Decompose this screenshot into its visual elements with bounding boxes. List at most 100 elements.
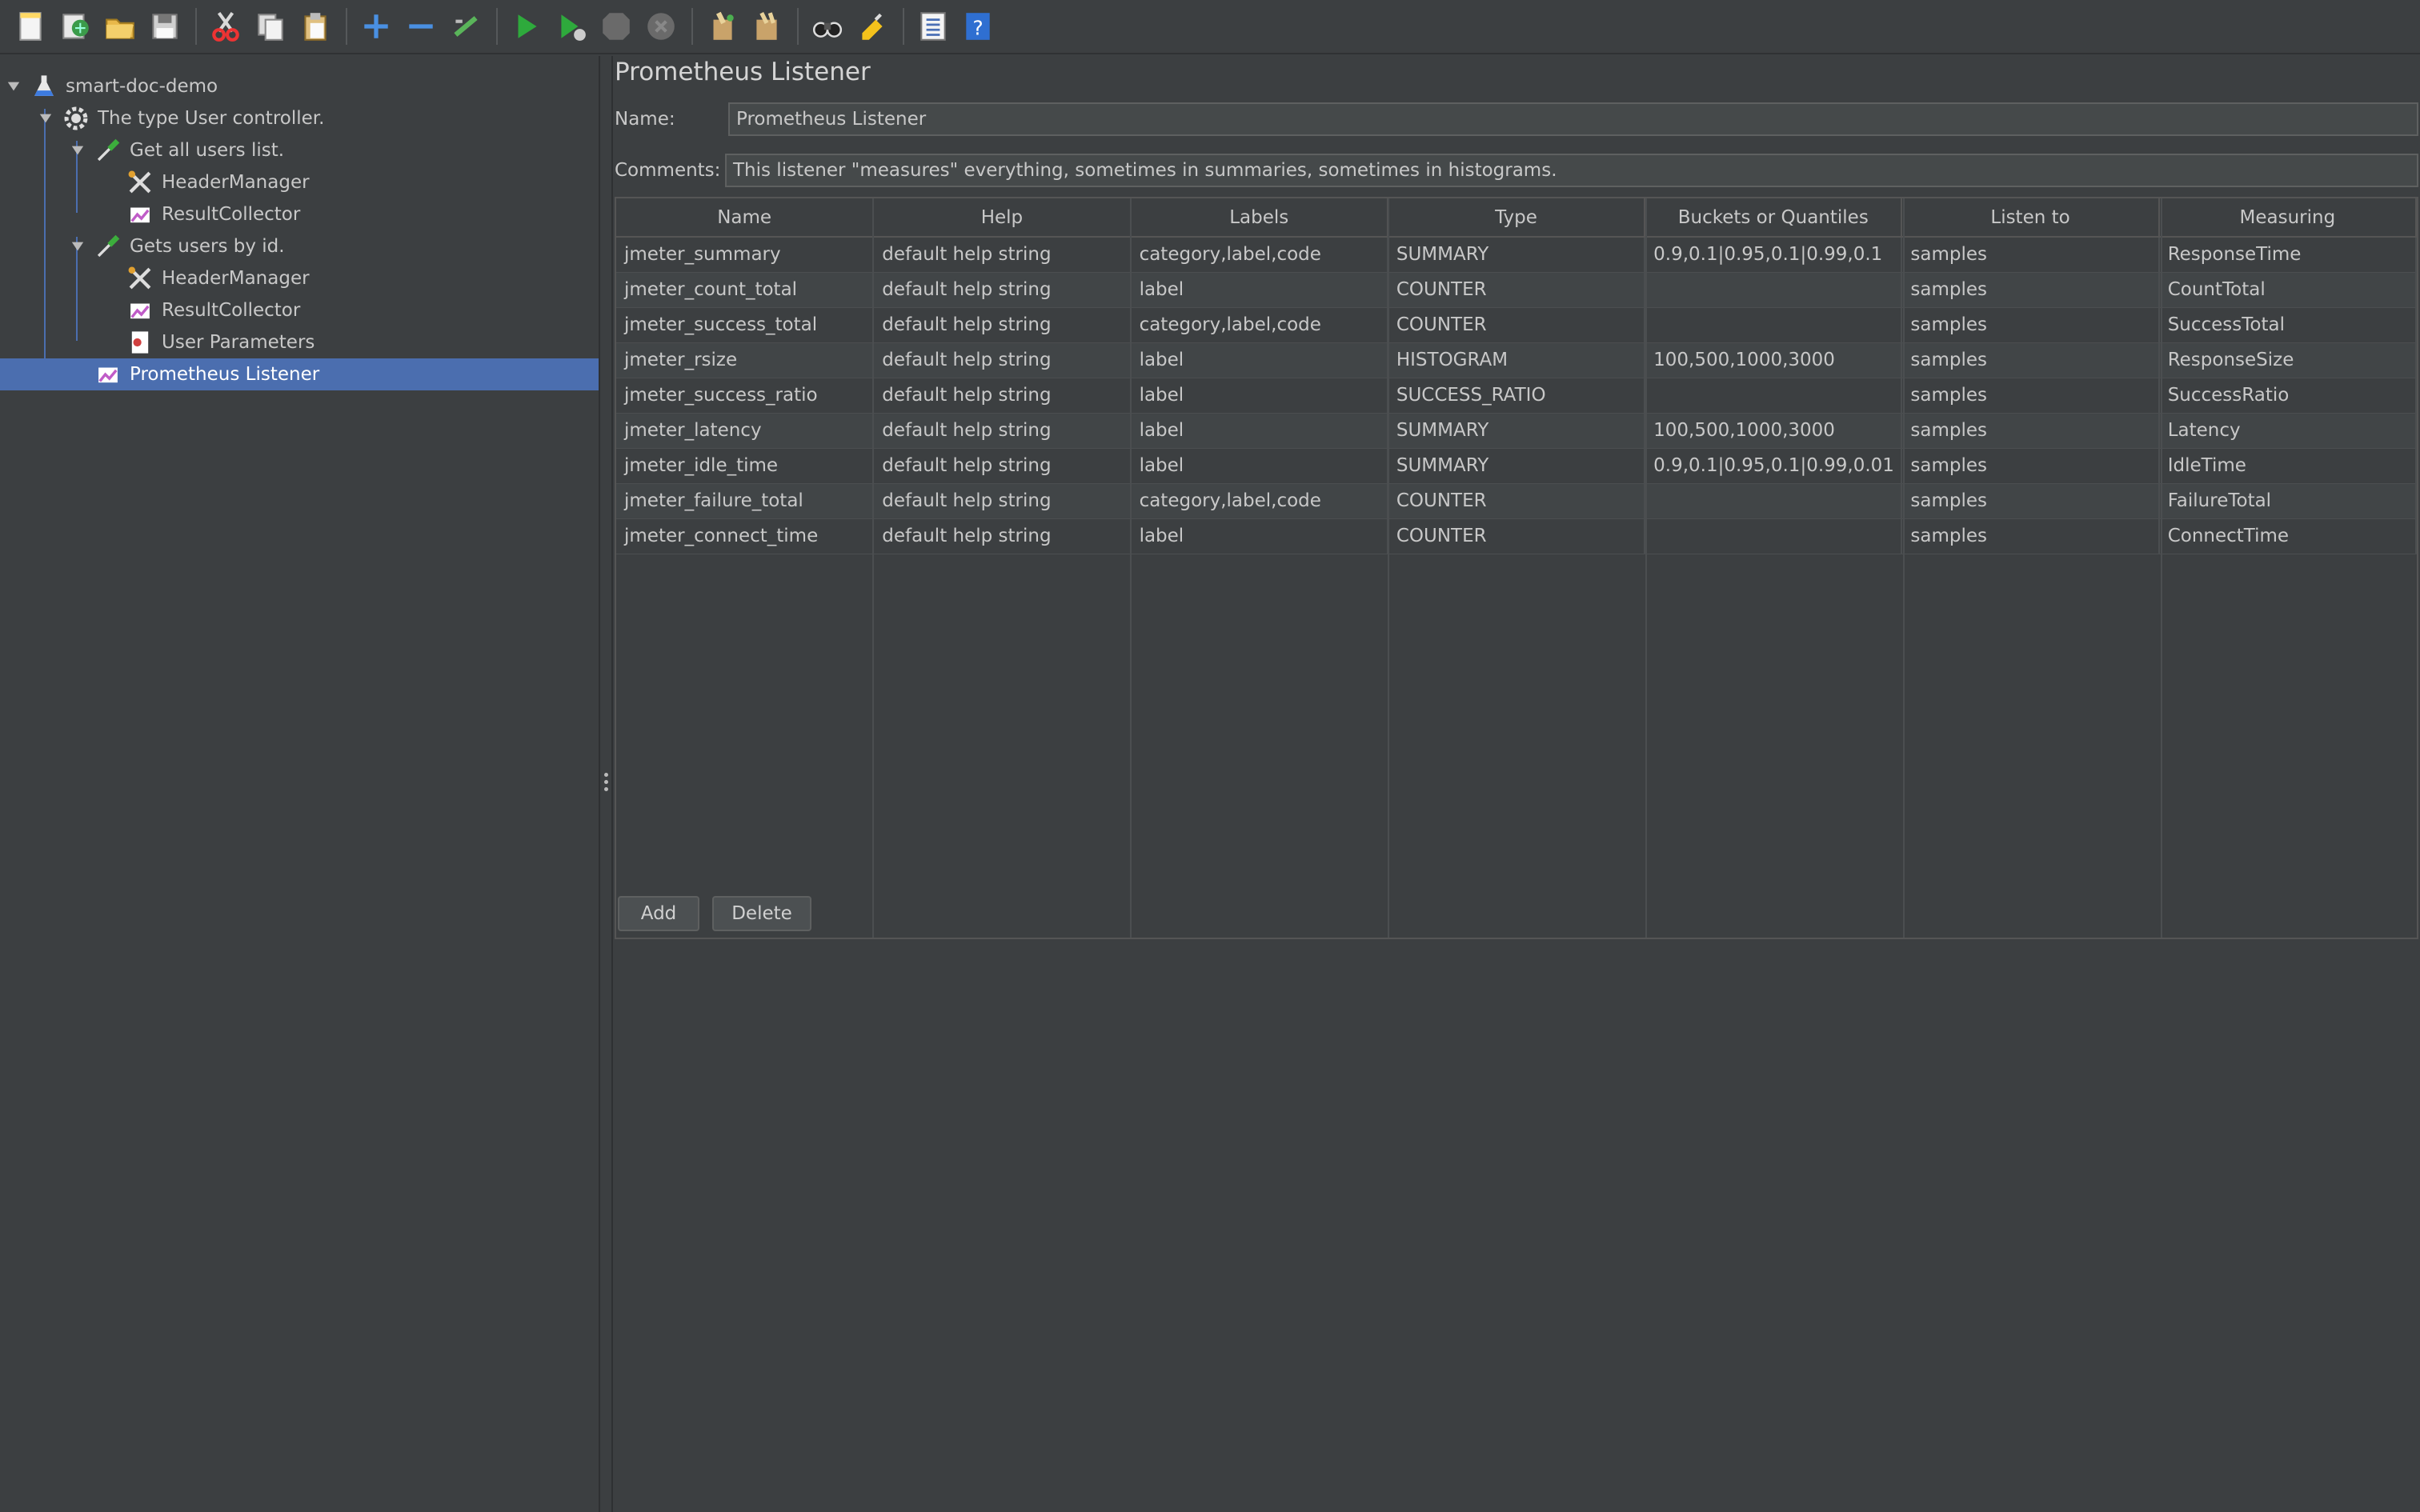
search-icon[interactable] — [808, 7, 847, 46]
cell-type[interactable]: SUCCESS_RATIO — [1387, 378, 1646, 414]
tree-node-sampler[interactable]: Get all users list. — [69, 134, 284, 166]
cell-type[interactable]: COUNTER — [1387, 307, 1646, 343]
cell-labels[interactable]: category,label,code — [1130, 307, 1388, 343]
save-icon[interactable] — [146, 7, 184, 46]
column-header-help[interactable]: Help — [873, 198, 1132, 238]
cell-type[interactable]: COUNTER — [1387, 483, 1646, 519]
new-icon[interactable] — [11, 7, 50, 46]
column-header-buckets[interactable]: Buckets or Quantiles — [1645, 198, 1903, 238]
clear-icon[interactable] — [703, 7, 741, 46]
tree-node-result-collector[interactable]: ResultCollector — [126, 294, 300, 326]
stop-icon[interactable] — [597, 7, 635, 46]
cell-type[interactable]: COUNTER — [1387, 272, 1646, 308]
tree-node-prometheus-listener[interactable]: Prometheus Listener — [0, 358, 599, 390]
table-row[interactable]: jmeter_success_total default help string… — [616, 307, 2418, 343]
cell-measuring[interactable]: IdleTime — [2158, 448, 2418, 484]
table-row[interactable]: jmeter_count_total default help string l… — [616, 272, 2418, 308]
start-no-pause-icon[interactable] — [552, 7, 591, 46]
cell-labels[interactable]: label — [1130, 518, 1388, 554]
cell-listen-to[interactable]: samples — [1901, 448, 2160, 484]
cell-buckets[interactable] — [1645, 483, 1903, 519]
cell-listen-to[interactable]: samples — [1901, 378, 2160, 414]
column-header-type[interactable]: Type — [1387, 198, 1646, 238]
table-row[interactable]: jmeter_success_ratio default help string… — [616, 378, 2418, 414]
cell-labels[interactable]: label — [1130, 448, 1388, 484]
tree-node-header-manager[interactable]: HeaderManager — [126, 262, 310, 294]
cell-help[interactable]: default help string — [873, 272, 1132, 308]
table-row[interactable]: jmeter_latency default help string label… — [616, 413, 2418, 449]
cell-measuring[interactable]: CountTotal — [2158, 272, 2418, 308]
cell-help[interactable]: default help string — [873, 518, 1132, 554]
cut-icon[interactable] — [206, 7, 245, 46]
cell-buckets[interactable] — [1645, 518, 1903, 554]
cell-type[interactable]: SUMMARY — [1387, 413, 1646, 449]
cell-measuring[interactable]: SuccessTotal — [2158, 307, 2418, 343]
cell-labels[interactable]: category,label,code — [1130, 237, 1388, 273]
function-helper-icon[interactable] — [914, 7, 952, 46]
table-row[interactable]: jmeter_rsize default help string label H… — [616, 342, 2418, 378]
paste-icon[interactable] — [296, 7, 335, 46]
cell-measuring[interactable]: SuccessRatio — [2158, 378, 2418, 414]
comments-field[interactable]: This listener "measures" everything, som… — [725, 154, 2418, 187]
table-row[interactable]: jmeter_idle_time default help string lab… — [616, 448, 2418, 484]
toggle-icon[interactable] — [447, 7, 485, 46]
help-icon[interactable]: ? — [959, 7, 997, 46]
shutdown-icon[interactable] — [642, 7, 680, 46]
name-field[interactable]: Prometheus Listener — [728, 102, 2418, 136]
cell-buckets[interactable]: 0.9,0.1|0.95,0.1|0.99,0.1 — [1645, 237, 1903, 273]
cell-listen-to[interactable]: samples — [1901, 272, 2160, 308]
cell-measuring[interactable]: ResponseTime — [2158, 237, 2418, 273]
tree-node-controller[interactable]: The type User controller. — [37, 102, 324, 134]
pane-splitter[interactable] — [599, 56, 613, 1512]
cell-help[interactable]: default help string — [873, 342, 1132, 378]
cell-listen-to[interactable]: samples — [1901, 342, 2160, 378]
open-icon[interactable] — [101, 7, 139, 46]
column-header-listen-to[interactable]: Listen to — [1901, 198, 2160, 238]
cell-name[interactable]: jmeter_connect_time — [616, 518, 875, 554]
cell-labels[interactable]: label — [1130, 378, 1388, 414]
chevron-down-icon[interactable] — [5, 78, 22, 95]
copy-icon[interactable] — [251, 7, 290, 46]
templates-icon[interactable] — [56, 7, 94, 46]
cell-help[interactable]: default help string — [873, 378, 1132, 414]
tree-node-result-collector[interactable]: ResultCollector — [126, 198, 300, 230]
cell-name[interactable]: jmeter_success_total — [616, 307, 875, 343]
column-header-measuring[interactable]: Measuring — [2158, 198, 2418, 238]
reset-search-icon[interactable] — [853, 7, 891, 46]
chevron-down-icon[interactable] — [69, 142, 86, 159]
cell-measuring[interactable]: ConnectTime — [2158, 518, 2418, 554]
column-header-labels[interactable]: Labels — [1130, 198, 1388, 238]
cell-labels[interactable]: label — [1130, 413, 1388, 449]
tree-node-header-manager[interactable]: HeaderManager — [126, 166, 310, 198]
cell-listen-to[interactable]: samples — [1901, 307, 2160, 343]
cell-measuring[interactable]: FailureTotal — [2158, 483, 2418, 519]
cell-measuring[interactable]: Latency — [2158, 413, 2418, 449]
cell-listen-to[interactable]: samples — [1901, 518, 2160, 554]
cell-type[interactable]: HISTOGRAM — [1387, 342, 1646, 378]
cell-name[interactable]: jmeter_idle_time — [616, 448, 875, 484]
cell-type[interactable]: SUMMARY — [1387, 448, 1646, 484]
cell-listen-to[interactable]: samples — [1901, 483, 2160, 519]
cell-listen-to[interactable]: samples — [1901, 237, 2160, 273]
tree-node-user-parameters[interactable]: User Parameters — [126, 326, 315, 358]
cell-name[interactable]: jmeter_success_ratio — [616, 378, 875, 414]
table-row[interactable]: jmeter_failure_total default help string… — [616, 483, 2418, 519]
add-button[interactable]: Add — [618, 896, 699, 931]
cell-buckets[interactable]: 100,500,1000,3000 — [1645, 342, 1903, 378]
clear-all-icon[interactable] — [747, 7, 786, 46]
cell-measuring[interactable]: ResponseSize — [2158, 342, 2418, 378]
cell-name[interactable]: jmeter_rsize — [616, 342, 875, 378]
cell-name[interactable]: jmeter_failure_total — [616, 483, 875, 519]
table-row[interactable]: jmeter_summary default help string categ… — [616, 237, 2418, 273]
collapse-icon[interactable] — [402, 7, 440, 46]
expand-icon[interactable] — [357, 7, 395, 46]
start-icon[interactable] — [507, 7, 546, 46]
cell-name[interactable]: jmeter_count_total — [616, 272, 875, 308]
cell-type[interactable]: SUMMARY — [1387, 237, 1646, 273]
chevron-down-icon[interactable] — [69, 238, 86, 255]
cell-listen-to[interactable]: samples — [1901, 413, 2160, 449]
cell-buckets[interactable]: 100,500,1000,3000 — [1645, 413, 1903, 449]
cell-labels[interactable]: category,label,code — [1130, 483, 1388, 519]
tree-node-sampler[interactable]: Gets users by id. — [69, 230, 285, 262]
cell-help[interactable]: default help string — [873, 413, 1132, 449]
